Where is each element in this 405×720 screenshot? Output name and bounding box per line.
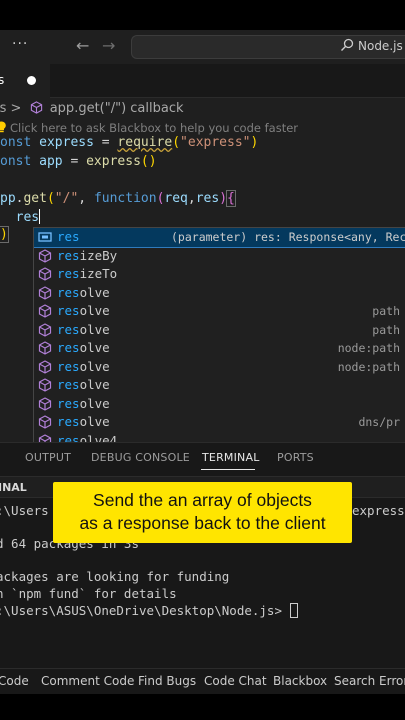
breadcrumb-separator: >	[10, 101, 22, 116]
suggest-item-label: resolve	[57, 303, 110, 318]
code-line-4[interactable]: pp.get("/", function(req,res){	[0, 190, 236, 207]
method-cube-icon	[38, 248, 52, 263]
tab-terminal[interactable]: TERMINAL	[202, 451, 260, 464]
method-cube-icon	[38, 396, 52, 411]
method-cube-icon	[38, 267, 52, 281]
code-line-2[interactable]: onst app = express()	[0, 154, 157, 169]
active-tab-indicator	[201, 469, 255, 470]
suggest-item-label: res	[57, 229, 80, 244]
code-line-5[interactable]: res	[0, 209, 41, 225]
suggest-item-detail: node:path	[337, 341, 400, 355]
forward-arrow-icon[interactable]: →	[102, 36, 115, 55]
suggest-item-label: resolve	[57, 284, 110, 300]
cube-icon	[30, 101, 42, 114]
method-cube-icon	[38, 378, 52, 392]
status-comment-code[interactable]: Comment Code	[41, 674, 134, 688]
suggest-item-detail: (parameter) res: Response<any, Recor	[171, 230, 405, 244]
tab-output[interactable]: OUTPUT	[25, 451, 71, 464]
suggest-item[interactable]: resolve	[34, 395, 405, 414]
command-center-label: Node.js	[358, 39, 403, 53]
autocomplete-suggest-list[interactable]: res (parameter) res: Response<any, Recor r…	[33, 227, 405, 451]
suggest-item[interactable]: resolve node:path	[34, 358, 405, 377]
caption-line-2: as a response back to the client	[79, 513, 326, 533]
method-cube-icon	[38, 359, 52, 374]
tab-filename: s	[0, 73, 5, 87]
text-cursor	[39, 209, 41, 224]
suggest-item[interactable]: resolve path	[34, 321, 405, 340]
suggest-item[interactable]: resizeBy	[34, 247, 405, 266]
suggest-item[interactable]: resolve	[34, 376, 405, 395]
suggest-item-label: resolve	[57, 321, 110, 337]
status-find-bugs[interactable]: Find Bugs	[138, 674, 196, 688]
suggest-item-detail: path	[372, 322, 400, 337]
terminal-cursor	[289, 603, 298, 618]
suggest-item-label: resizeTo	[57, 266, 118, 281]
suggest-item[interactable]: resolve	[34, 284, 405, 303]
breadcrumb-file[interactable]: js	[0, 101, 6, 116]
breadcrumb-symbol[interactable]: app.get("/") callback	[50, 101, 184, 116]
more-actions-icon[interactable]: ···	[12, 36, 28, 52]
editor-tab-active[interactable]: s	[0, 64, 50, 98]
status-code[interactable]: Code	[0, 674, 29, 688]
method-cube-icon	[38, 341, 52, 355]
terminal-line: ackages are looking for funding	[0, 569, 230, 584]
tab-ports[interactable]: PORTS	[277, 451, 314, 464]
suggest-item-detail: node:path	[337, 359, 400, 374]
suggest-item-label: resolve	[57, 340, 110, 355]
panel-tabs: OUTPUT DEBUG CONSOLE TERMINAL PORTS	[0, 443, 405, 473]
breadcrumb[interactable]: js > app.get("/") callback	[0, 101, 184, 116]
hint-text: Click here to ask Blackbox to help you c…	[10, 121, 299, 135]
suggest-item[interactable]: res (parameter) res: Response<any, Recor	[34, 228, 405, 248]
caption-text: Send the an array of objects as a respon…	[53, 489, 352, 535]
caption-line-1: Send the an array of objects	[93, 490, 312, 510]
variable-icon	[38, 232, 52, 242]
suggest-item-detail: path	[372, 304, 400, 318]
back-arrow-icon[interactable]: ←	[76, 36, 89, 55]
status-search-error[interactable]: Search Error	[334, 674, 405, 688]
title-bar: ··· ← → Node.js	[0, 30, 405, 64]
suggest-item-label: resolve	[57, 358, 110, 374]
suggest-item-label: resolve	[57, 414, 110, 429]
status-blackbox[interactable]: Blackbox	[273, 674, 327, 688]
editor-tab-bar: s	[0, 64, 405, 98]
terminal-line: express	[352, 503, 405, 518]
search-icon	[341, 38, 354, 51]
suggest-item-detail: dns/pr	[358, 415, 400, 429]
terminal-header-label: INAL	[0, 481, 27, 494]
unsaved-dot-icon[interactable]	[27, 76, 36, 85]
lightbulb-icon	[0, 121, 6, 133]
status-code-chat[interactable]: Code Chat	[204, 674, 267, 688]
suggest-item-label: resolve	[57, 377, 110, 392]
terminal-prompt-line[interactable]: :\Users\ASUS\OneDrive\Desktop\Node.js>	[0, 603, 298, 618]
method-cube-icon	[38, 322, 52, 337]
command-center-search[interactable]: Node.js	[131, 35, 405, 59]
method-cube-icon	[38, 415, 52, 429]
code-line-1[interactable]: onst express = require("express")	[0, 135, 258, 150]
terminal-prompt: :\Users\ASUS\OneDrive\Desktop\Node.js>	[0, 603, 290, 618]
method-cube-icon	[38, 304, 52, 318]
tab-debug-console[interactable]: DEBUG CONSOLE	[91, 451, 190, 464]
terminal-line: n `npm fund` for details	[0, 586, 177, 601]
suggest-item[interactable]: resolve dns/pr	[34, 413, 405, 432]
suggest-item-label: resolve	[57, 395, 110, 411]
method-cube-icon	[38, 285, 52, 300]
bottom-panel: OUTPUT DEBUG CONSOLE TERMINAL PORTS INAL…	[0, 442, 405, 668]
code-line-6[interactable]: )	[0, 226, 9, 243]
suggest-item[interactable]: resolve path	[34, 302, 405, 321]
video-caption: Send the an array of objects as a respon…	[53, 482, 352, 543]
terminal-line: :\Users	[0, 503, 49, 518]
suggest-item[interactable]: resizeTo	[34, 265, 405, 284]
blackbox-hint[interactable]: Click here to ask Blackbox to help you c…	[0, 121, 298, 135]
status-bar: Code Comment Code Find Bugs Code Chat Bl…	[0, 668, 405, 694]
suggest-item[interactable]: resolve node:path	[34, 339, 405, 358]
suggest-item-label: resizeBy	[57, 247, 118, 263]
